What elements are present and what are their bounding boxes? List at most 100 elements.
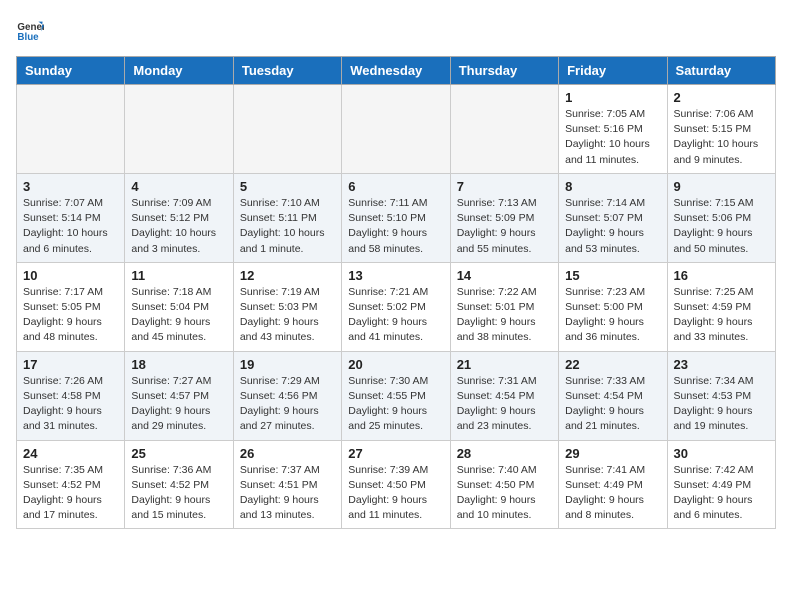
day-cell-26: 26Sunrise: 7:37 AM Sunset: 4:51 PM Dayli… <box>233 440 341 529</box>
day-number: 8 <box>565 179 660 194</box>
day-info: Sunrise: 7:30 AM Sunset: 4:55 PM Dayligh… <box>348 374 443 435</box>
day-info: Sunrise: 7:18 AM Sunset: 5:04 PM Dayligh… <box>131 285 226 346</box>
day-number: 30 <box>674 446 769 461</box>
day-cell-28: 28Sunrise: 7:40 AM Sunset: 4:50 PM Dayli… <box>450 440 558 529</box>
day-cell-13: 13Sunrise: 7:21 AM Sunset: 5:02 PM Dayli… <box>342 262 450 351</box>
day-number: 25 <box>131 446 226 461</box>
day-info: Sunrise: 7:06 AM Sunset: 5:15 PM Dayligh… <box>674 107 769 168</box>
weekday-header-wednesday: Wednesday <box>342 57 450 85</box>
day-cell-1: 1 Sunrise: 7:05 AM Sunset: 5:16 PM Daylig… <box>559 85 667 174</box>
day-info: Sunrise: 7:10 AM Sunset: 5:11 PM Dayligh… <box>240 196 335 257</box>
weekday-header-monday: Monday <box>125 57 233 85</box>
header-area: General Blue <box>16 16 776 44</box>
day-number: 5 <box>240 179 335 194</box>
day-info: Sunrise: 7:41 AM Sunset: 4:49 PM Dayligh… <box>565 463 660 524</box>
day-number: 3 <box>23 179 118 194</box>
day-cell-21: 21 Sunrise: 7:31 AM Sunset: 4:54 PM Dayli… <box>450 351 558 440</box>
day-cell-25: 25 Sunrise: 7:36 AM Sunset: 4:52 PM Dayli… <box>125 440 233 529</box>
day-number: 18 <box>131 357 226 372</box>
weekday-header-row: SundayMondayTuesdayWednesdayThursdayFrid… <box>17 57 776 85</box>
empty-cell <box>125 85 233 174</box>
day-number: 19 <box>240 357 335 372</box>
calendar-row-0: 1 Sunrise: 7:05 AM Sunset: 5:16 PM Daylig… <box>17 85 776 174</box>
day-number: 17 <box>23 357 118 372</box>
day-cell-2: 2 Sunrise: 7:06 AM Sunset: 5:15 PM Daylig… <box>667 85 775 174</box>
weekday-header-saturday: Saturday <box>667 57 775 85</box>
empty-cell <box>450 85 558 174</box>
day-number: 9 <box>674 179 769 194</box>
day-number: 22 <box>565 357 660 372</box>
day-number: 21 <box>457 357 552 372</box>
day-info: Sunrise: 7:05 AM Sunset: 5:16 PM Dayligh… <box>565 107 660 168</box>
day-info: Sunrise: 7:09 AM Sunset: 5:12 PM Dayligh… <box>131 196 226 257</box>
day-info: Sunrise: 7:31 AM Sunset: 4:54 PM Dayligh… <box>457 374 552 435</box>
day-info: Sunrise: 7:19 AM Sunset: 5:03 PM Dayligh… <box>240 285 335 346</box>
day-number: 6 <box>348 179 443 194</box>
calendar-row-4: 24 Sunrise: 7:35 AM Sunset: 4:52 PM Dayli… <box>17 440 776 529</box>
day-cell-9: 9 Sunrise: 7:15 AM Sunset: 5:06 PM Daylig… <box>667 173 775 262</box>
empty-cell <box>342 85 450 174</box>
day-cell-4: 4 Sunrise: 7:09 AM Sunset: 5:12 PM Daylig… <box>125 173 233 262</box>
day-info: Sunrise: 7:15 AM Sunset: 5:06 PM Dayligh… <box>674 196 769 257</box>
day-number: 11 <box>131 268 226 283</box>
empty-cell <box>233 85 341 174</box>
day-cell-12: 12 Sunrise: 7:19 AM Sunset: 5:03 PM Dayli… <box>233 262 341 351</box>
day-number: 2 <box>674 90 769 105</box>
day-info: Sunrise: 7:07 AM Sunset: 5:14 PM Dayligh… <box>23 196 118 257</box>
day-info: Sunrise: 7:33 AM Sunset: 4:54 PM Dayligh… <box>565 374 660 435</box>
day-info: Sunrise: 7:13 AM Sunset: 5:09 PM Dayligh… <box>457 196 552 257</box>
day-cell-30: 30 Sunrise: 7:42 AM Sunset: 4:49 PM Dayli… <box>667 440 775 529</box>
day-number: 4 <box>131 179 226 194</box>
day-cell-29: 29Sunrise: 7:41 AM Sunset: 4:49 PM Dayli… <box>559 440 667 529</box>
day-info: Sunrise: 7:25 AM Sunset: 4:59 PM Dayligh… <box>674 285 769 346</box>
calendar-header: SundayMondayTuesdayWednesdayThursdayFrid… <box>17 57 776 85</box>
day-info: Sunrise: 7:35 AM Sunset: 4:52 PM Dayligh… <box>23 463 118 524</box>
day-info: Sunrise: 7:40 AM Sunset: 4:50 PM Dayligh… <box>457 463 552 524</box>
day-number: 16 <box>674 268 769 283</box>
weekday-header-friday: Friday <box>559 57 667 85</box>
day-number: 14 <box>457 268 552 283</box>
day-number: 27 <box>348 446 443 461</box>
day-info: Sunrise: 7:17 AM Sunset: 5:05 PM Dayligh… <box>23 285 118 346</box>
day-cell-16: 16 Sunrise: 7:25 AM Sunset: 4:59 PM Dayli… <box>667 262 775 351</box>
calendar-row-3: 17 Sunrise: 7:26 AM Sunset: 4:58 PM Dayli… <box>17 351 776 440</box>
day-number: 15 <box>565 268 660 283</box>
weekday-header-sunday: Sunday <box>17 57 125 85</box>
day-info: Sunrise: 7:42 AM Sunset: 4:49 PM Dayligh… <box>674 463 769 524</box>
day-info: Sunrise: 7:39 AM Sunset: 4:50 PM Dayligh… <box>348 463 443 524</box>
day-cell-15: 15 Sunrise: 7:23 AM Sunset: 5:00 PM Dayli… <box>559 262 667 351</box>
day-cell-23: 23Sunrise: 7:34 AM Sunset: 4:53 PM Dayli… <box>667 351 775 440</box>
logo: General Blue <box>16 16 44 44</box>
day-cell-8: 8Sunrise: 7:14 AM Sunset: 5:07 PM Daylig… <box>559 173 667 262</box>
day-cell-14: 14Sunrise: 7:22 AM Sunset: 5:01 PM Dayli… <box>450 262 558 351</box>
day-info: Sunrise: 7:36 AM Sunset: 4:52 PM Dayligh… <box>131 463 226 524</box>
day-cell-22: 22 Sunrise: 7:33 AM Sunset: 4:54 PM Dayli… <box>559 351 667 440</box>
day-number: 24 <box>23 446 118 461</box>
empty-cell <box>17 85 125 174</box>
calendar-body: 1 Sunrise: 7:05 AM Sunset: 5:16 PM Daylig… <box>17 85 776 529</box>
day-info: Sunrise: 7:27 AM Sunset: 4:57 PM Dayligh… <box>131 374 226 435</box>
day-cell-17: 17 Sunrise: 7:26 AM Sunset: 4:58 PM Dayli… <box>17 351 125 440</box>
logo-icon: General Blue <box>16 16 44 44</box>
day-cell-6: 6Sunrise: 7:11 AM Sunset: 5:10 PM Daylig… <box>342 173 450 262</box>
day-number: 1 <box>565 90 660 105</box>
weekday-header-tuesday: Tuesday <box>233 57 341 85</box>
day-cell-19: 19 Sunrise: 7:29 AM Sunset: 4:56 PM Dayli… <box>233 351 341 440</box>
day-cell-5: 5 Sunrise: 7:10 AM Sunset: 5:11 PM Daylig… <box>233 173 341 262</box>
day-cell-20: 20 Sunrise: 7:30 AM Sunset: 4:55 PM Dayli… <box>342 351 450 440</box>
day-info: Sunrise: 7:37 AM Sunset: 4:51 PM Dayligh… <box>240 463 335 524</box>
day-number: 12 <box>240 268 335 283</box>
day-cell-24: 24 Sunrise: 7:35 AM Sunset: 4:52 PM Dayli… <box>17 440 125 529</box>
day-info: Sunrise: 7:23 AM Sunset: 5:00 PM Dayligh… <box>565 285 660 346</box>
day-number: 23 <box>674 357 769 372</box>
day-cell-18: 18 Sunrise: 7:27 AM Sunset: 4:57 PM Dayli… <box>125 351 233 440</box>
day-cell-7: 7 Sunrise: 7:13 AM Sunset: 5:09 PM Daylig… <box>450 173 558 262</box>
day-cell-27: 27 Sunrise: 7:39 AM Sunset: 4:50 PM Dayli… <box>342 440 450 529</box>
day-info: Sunrise: 7:26 AM Sunset: 4:58 PM Dayligh… <box>23 374 118 435</box>
day-number: 20 <box>348 357 443 372</box>
calendar-table: SundayMondayTuesdayWednesdayThursdayFrid… <box>16 56 776 529</box>
day-cell-11: 11 Sunrise: 7:18 AM Sunset: 5:04 PM Dayli… <box>125 262 233 351</box>
calendar-row-1: 3 Sunrise: 7:07 AM Sunset: 5:14 PM Daylig… <box>17 173 776 262</box>
day-info: Sunrise: 7:29 AM Sunset: 4:56 PM Dayligh… <box>240 374 335 435</box>
day-number: 7 <box>457 179 552 194</box>
